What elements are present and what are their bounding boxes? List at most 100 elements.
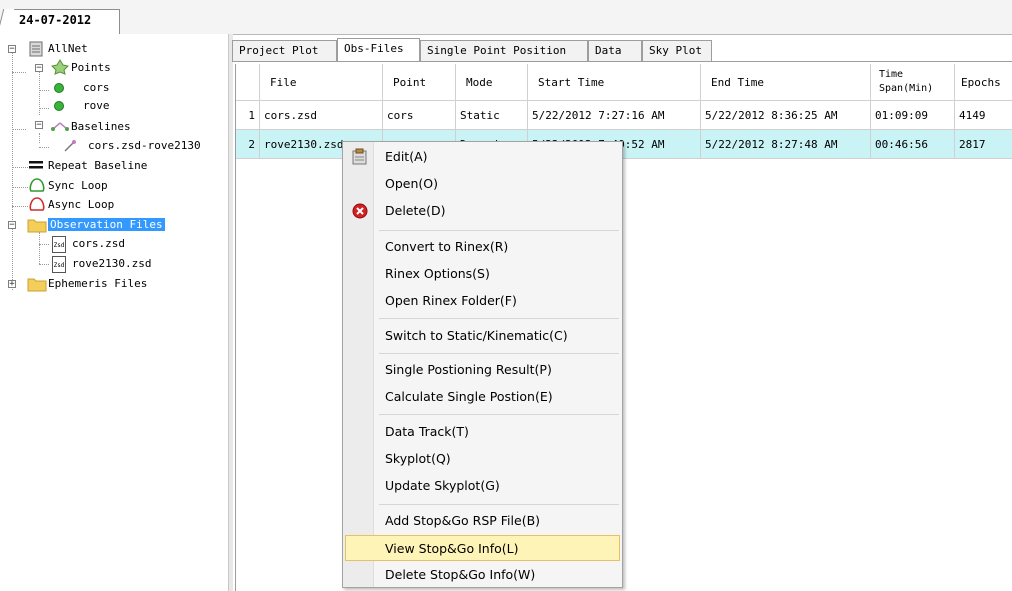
menu-item-rinex-options[interactable]: Rinex Options(S) (345, 261, 620, 287)
header-label: Point (393, 76, 427, 89)
menu-item-label: Edit(A) (385, 149, 428, 164)
column-header-end-time[interactable]: End Time (701, 64, 871, 101)
menu-item-label: Delete(D) (385, 203, 446, 218)
header-label: Time (879, 69, 904, 80)
menu-item-label: Skyplot(Q) (385, 451, 451, 466)
tree-node-point-cors[interactable]: cors (83, 79, 110, 97)
cell-end-time: 5/22/2012 8:36:25 AM (701, 101, 871, 130)
column-header-mode[interactable]: Mode (456, 64, 528, 101)
tree-node-label: AllNet (48, 42, 88, 55)
tab-label: Single Point Position (427, 44, 567, 57)
green-point-icon (54, 101, 64, 111)
menu-item-delete[interactable]: Delete(D) (345, 198, 620, 224)
tree-connector (39, 133, 40, 143)
tree-node-sync-loop[interactable]: Sync Loop (48, 177, 108, 195)
project-tree[interactable]: − AllNet − Points cors rove − Baselines … (0, 34, 228, 591)
tree-node-baseline-1[interactable]: cors.zsd-rove2130 (88, 137, 228, 155)
menu-item-label: Switch to Static/Kinematic(C) (385, 328, 568, 343)
tree-node-repeat-baseline[interactable]: Repeat Baseline (48, 157, 147, 175)
tab-data[interactable]: Data (588, 40, 642, 61)
menu-item-open-rinex-folder[interactable]: Open Rinex Folder(F) (345, 288, 620, 314)
menu-item-open[interactable]: Open(O) (345, 171, 620, 197)
folder-icon (27, 219, 47, 233)
tab-sky-plot[interactable]: Sky Plot (642, 40, 712, 61)
menu-item-label: View Stop&Go Info(L) (385, 541, 519, 556)
menu-item-calculate-single-position[interactable]: Calculate Single Postion(E) (345, 384, 620, 410)
expand-toggle[interactable]: + (8, 280, 16, 289)
menu-item-update-skyplot[interactable]: Update Skyplot(G) (345, 473, 620, 499)
row-number: 2 (236, 130, 260, 159)
tree-node-async-loop[interactable]: Async Loop (48, 196, 114, 214)
menu-item-delete-stopgo-info[interactable]: Delete Stop&Go Info(W) (345, 562, 620, 588)
tree-connector (12, 52, 13, 290)
date-tab[interactable]: 24-07-2012 (0, 9, 120, 35)
header-label: Mode (466, 76, 493, 89)
tree-node-points[interactable]: Points (71, 59, 111, 77)
tree-connector (39, 264, 49, 265)
collapse-toggle[interactable]: − (8, 45, 16, 54)
tree-connector (12, 72, 26, 73)
tree-node-label: cors (83, 81, 110, 94)
column-header-start-time[interactable]: Start Time (528, 64, 701, 101)
header-label: Start Time (538, 76, 605, 89)
tab-baseline (232, 61, 1012, 62)
tree-node-file-cors[interactable]: cors.zsd (72, 235, 125, 253)
menu-item-skyplot[interactable]: Skyplot(Q) (345, 446, 620, 472)
menu-item-convert-to-rinex[interactable]: Convert to Rinex(R) (345, 234, 620, 260)
cell-end-time: 5/22/2012 8:27:48 AM (701, 130, 871, 159)
pane-splitter[interactable] (228, 34, 233, 591)
baselines-icon (51, 122, 69, 131)
row-header-corner (236, 64, 260, 101)
zsd-file-icon: Zsd (52, 256, 66, 273)
cell-epochs: 4149 (955, 101, 1012, 130)
collapse-toggle[interactable]: − (8, 221, 16, 230)
cell-point: cors (383, 101, 456, 130)
menu-item-single-positioning-result[interactable]: Single Postioning Result(P) (345, 357, 620, 383)
cell-start-time: 5/22/2012 7:27:16 AM (528, 101, 701, 130)
tab-obs-files[interactable]: Obs-Files (337, 38, 420, 62)
collapse-toggle[interactable]: − (35, 64, 43, 73)
menu-item-label: Convert to Rinex(R) (385, 239, 509, 254)
folder-icon (27, 278, 47, 292)
delete-icon (352, 203, 368, 219)
menu-item-view-stopgo-info[interactable]: View Stop&Go Info(L) (345, 535, 620, 561)
collapse-toggle[interactable]: − (35, 121, 43, 130)
menu-item-data-track[interactable]: Data Track(T) (345, 419, 620, 445)
tab-label: Data (595, 44, 622, 57)
tab-project-plot[interactable]: Project Plot (232, 40, 337, 61)
tree-node-file-rove[interactable]: rove2130.zsd (72, 255, 151, 273)
tree-node-label: rove2130.zsd (72, 257, 152, 270)
column-header-epochs[interactable]: Epochs (955, 64, 1012, 101)
tree-connector (39, 108, 49, 109)
menu-item-add-stopgo-rsp-file[interactable]: Add Stop&Go RSP File(B) (345, 508, 620, 534)
tree-node-allnet[interactable]: AllNet (48, 40, 88, 58)
header-label: End Time (711, 76, 764, 89)
menu-item-label: Update Skyplot(G) (385, 478, 500, 493)
tree-node-observation-files[interactable]: Observation Files (48, 216, 165, 234)
menu-item-label: Open Rinex Folder(F) (385, 293, 517, 308)
cell-time-span: 01:09:09 (871, 101, 955, 130)
menu-item-label: Rinex Options(S) (385, 266, 490, 281)
cell-mode: Static (456, 101, 528, 130)
menu-item-label: Data Track(T) (385, 424, 469, 439)
tab-single-point-position[interactable]: Single Point Position (420, 40, 588, 61)
tree-connector (12, 206, 28, 207)
context-menu: Edit(A) Open(O) Delete(D) Convert to Rin… (342, 141, 623, 588)
tree-node-label: Repeat Baseline (48, 159, 148, 172)
tree-connector (39, 232, 40, 264)
tree-node-baselines[interactable]: Baselines (71, 118, 131, 136)
column-header-point[interactable]: Point (383, 64, 456, 101)
column-header-time-span[interactable]: Time Span(Min) (871, 64, 955, 101)
tree-node-ephemeris-files[interactable]: Ephemeris Files (48, 275, 147, 293)
menu-item-edit[interactable]: Edit(A) (345, 144, 620, 170)
column-header-file[interactable]: File (260, 64, 383, 101)
tab-slant-edge (0, 9, 15, 35)
tree-connector (12, 129, 26, 130)
tree-connector (39, 244, 49, 245)
tree-node-point-rove[interactable]: rove (83, 97, 110, 115)
repeat-baseline-icon (29, 161, 43, 169)
menu-item-label: Single Postioning Result(P) (385, 362, 552, 377)
menu-separator (379, 504, 619, 505)
menu-item-switch-static-kinematic[interactable]: Switch to Static/Kinematic(C) (345, 323, 620, 349)
cell-time-span: 00:46:56 (871, 130, 955, 159)
